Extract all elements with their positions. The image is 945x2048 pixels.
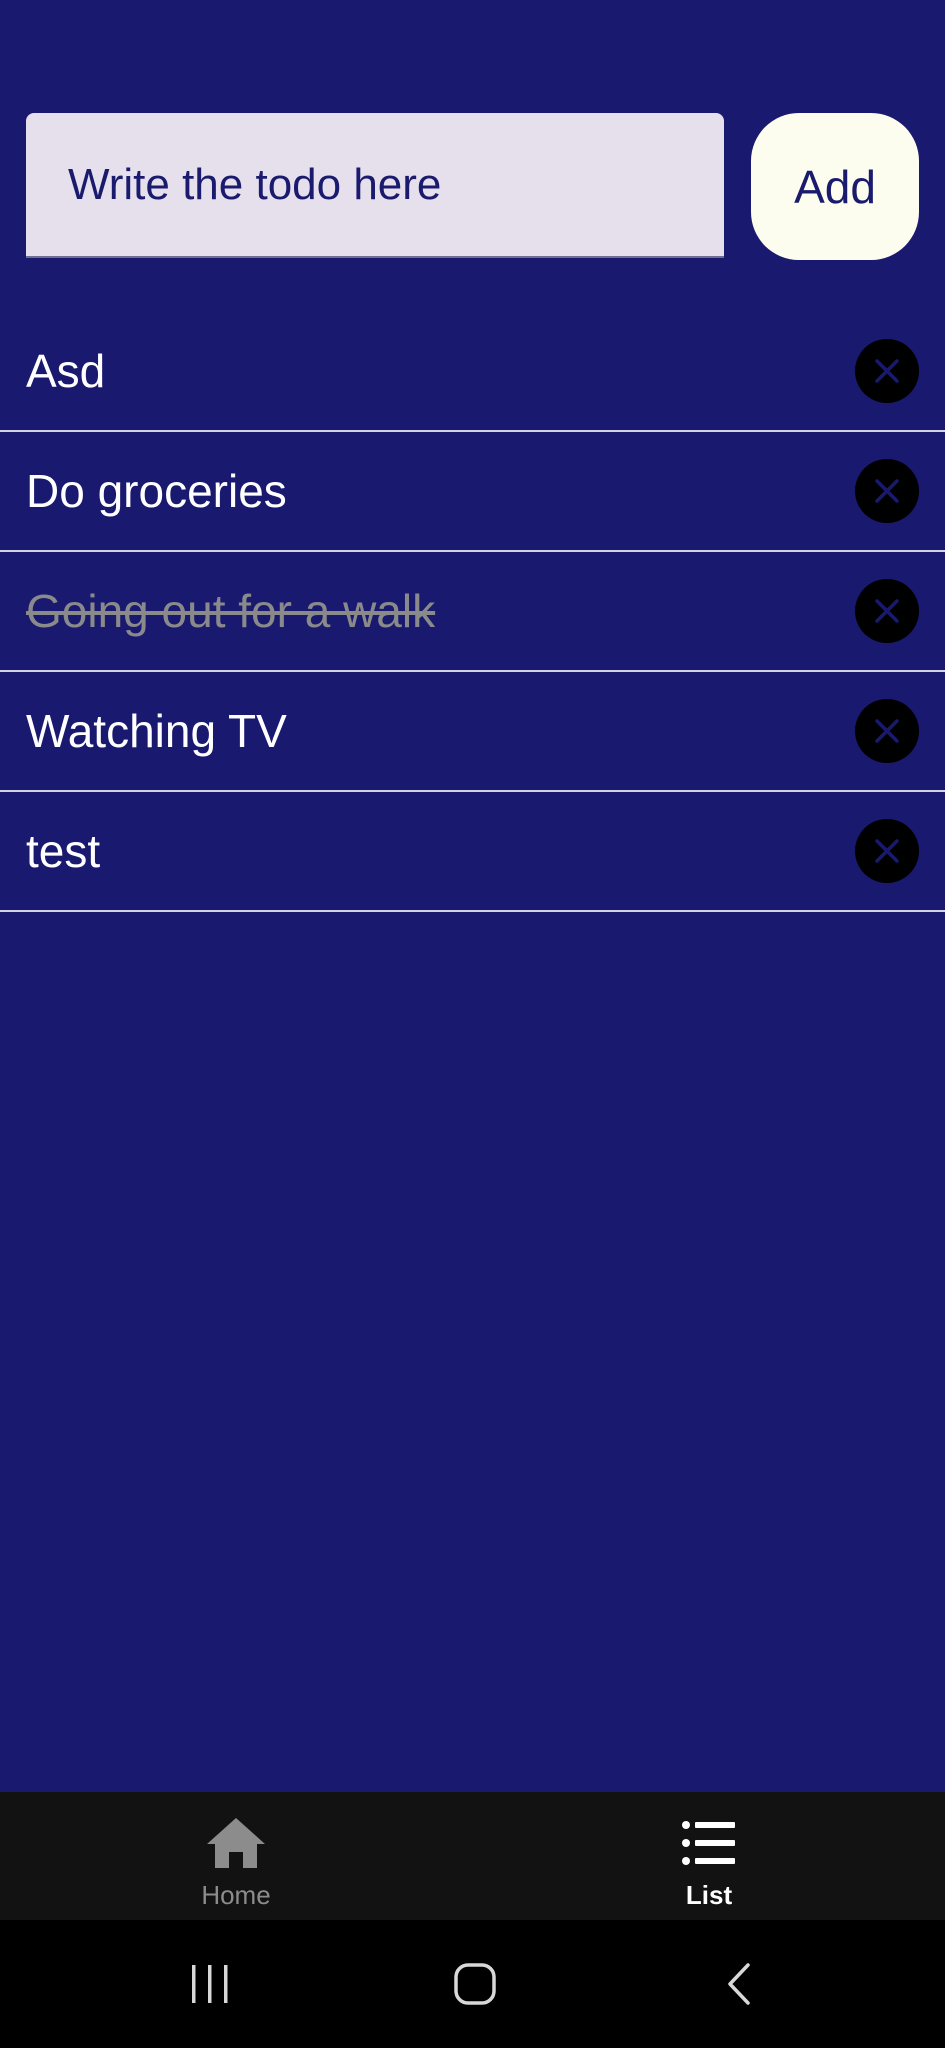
back-icon bbox=[728, 1963, 750, 2005]
system-home-button[interactable] bbox=[445, 1954, 505, 2014]
tab-list[interactable]: List bbox=[473, 1792, 945, 1920]
todo-text: Going out for a walk bbox=[26, 585, 436, 637]
close-icon bbox=[875, 479, 899, 503]
tab-home-label: Home bbox=[201, 1880, 271, 1910]
delete-todo-button[interactable] bbox=[855, 819, 919, 883]
delete-todo-button[interactable] bbox=[855, 459, 919, 523]
back-button[interactable] bbox=[710, 1954, 770, 2014]
todo-text: test bbox=[26, 825, 101, 877]
delete-todo-button[interactable] bbox=[855, 699, 919, 763]
home-icon bbox=[205, 1816, 267, 1870]
todo-list: Asd Do groceries Going out for a walk Wa… bbox=[0, 312, 945, 912]
bottom-navigation: Home List bbox=[0, 1792, 945, 1920]
add-button[interactable]: Add bbox=[751, 113, 919, 260]
close-icon bbox=[875, 359, 899, 383]
tab-list-label: List bbox=[685, 1880, 733, 1910]
tab-home[interactable]: Home bbox=[0, 1792, 472, 1920]
close-icon bbox=[875, 839, 899, 863]
todo-item[interactable]: Watching TV bbox=[0, 672, 945, 792]
delete-todo-button[interactable] bbox=[855, 579, 919, 643]
todo-item[interactable]: Asd bbox=[0, 312, 945, 432]
recents-button[interactable] bbox=[180, 1954, 240, 2014]
todo-item[interactable]: test bbox=[0, 792, 945, 912]
todo-text: Asd bbox=[26, 345, 106, 397]
todo-item-completed[interactable]: Going out for a walk bbox=[0, 552, 945, 672]
recents-icon bbox=[192, 1965, 228, 2003]
todo-item[interactable]: Do groceries bbox=[0, 432, 945, 552]
home-icon bbox=[454, 1963, 496, 2005]
todo-entry-row: Add bbox=[26, 113, 919, 260]
close-icon bbox=[875, 719, 899, 743]
delete-todo-button[interactable] bbox=[855, 339, 919, 403]
todo-text: Watching TV bbox=[26, 705, 287, 757]
close-icon bbox=[875, 599, 899, 623]
todo-input[interactable] bbox=[26, 113, 724, 256]
list-icon bbox=[678, 1816, 740, 1870]
todo-input-container[interactable] bbox=[26, 113, 724, 258]
todo-text: Do groceries bbox=[26, 465, 287, 517]
system-navigation-bar bbox=[0, 1920, 945, 2048]
